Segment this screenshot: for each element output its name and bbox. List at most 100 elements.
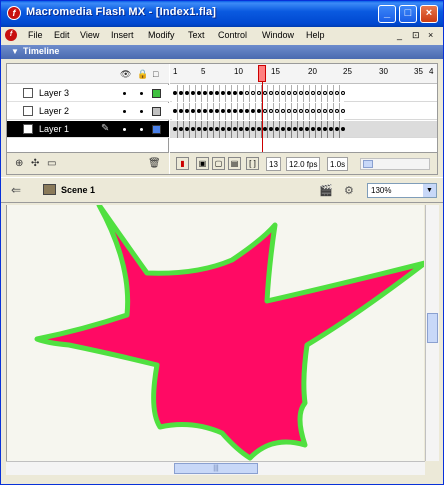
keyframe-dot[interactable] [341, 109, 345, 113]
keyframe-dot[interactable] [293, 127, 297, 131]
keyframe-dot[interactable] [221, 109, 225, 113]
keyframe-dot[interactable] [197, 91, 201, 95]
edit-scene-icon[interactable]: 🎬 [319, 184, 333, 197]
keyframe-dot[interactable] [275, 109, 279, 113]
menu-modify[interactable]: Modify [148, 30, 175, 40]
keyframe-dot[interactable] [335, 127, 339, 131]
keyframe-dot[interactable] [245, 91, 249, 95]
maximize-button[interactable]: □ [399, 5, 417, 23]
edit-symbols-icon[interactable]: ⚙ [344, 184, 354, 197]
keyframe-dot[interactable] [227, 109, 231, 113]
onion-skin-button[interactable]: ▣ [196, 157, 209, 170]
lock-icon[interactable]: 🔒 [137, 69, 148, 80]
playhead[interactable] [258, 65, 266, 82]
visibility-dot[interactable] [123, 92, 126, 95]
menu-insert[interactable]: Insert [111, 30, 134, 40]
keyframe-dot[interactable] [203, 109, 207, 113]
keyframe-dot[interactable] [341, 91, 345, 95]
menu-help[interactable]: Help [306, 30, 325, 40]
keyframe-dot[interactable] [239, 127, 243, 131]
keyframe-dot[interactable] [233, 91, 237, 95]
keyframe-dot[interactable] [305, 91, 309, 95]
menu-edit[interactable]: Edit [54, 30, 70, 40]
keyframe-dot[interactable] [191, 91, 195, 95]
keyframe-dot[interactable] [233, 109, 237, 113]
outline-color-swatch[interactable] [152, 125, 161, 134]
keyframe-dot[interactable] [185, 91, 189, 95]
menu-view[interactable]: View [80, 30, 99, 40]
keyframe-dot[interactable] [305, 109, 309, 113]
keyframe-dot[interactable] [335, 109, 339, 113]
keyframe-dot[interactable] [281, 109, 285, 113]
keyframe-dot[interactable] [173, 109, 177, 113]
keyframe-dot[interactable] [203, 91, 207, 95]
keyframe-dot[interactable] [257, 127, 261, 131]
keyframe-dot[interactable] [335, 91, 339, 95]
keyframe-dot[interactable] [197, 109, 201, 113]
insert-folder-icon[interactable]: ▭ [47, 158, 56, 169]
minimize-button[interactable]: _ [378, 5, 396, 23]
keyframe-dot[interactable] [179, 109, 183, 113]
layer-row-1[interactable]: Layer 1 ✎ [7, 121, 169, 138]
stage[interactable] [6, 205, 424, 461]
keyframe-dot[interactable] [269, 127, 273, 131]
keyframe-dot[interactable] [221, 91, 225, 95]
keyframe-dot[interactable] [251, 91, 255, 95]
lock-dot[interactable] [140, 92, 143, 95]
keyframe-dot[interactable] [173, 127, 177, 131]
layer-row-3[interactable]: Layer 3 [7, 85, 169, 102]
outline-color-swatch[interactable] [152, 89, 161, 98]
stage-horizontal-scrollbar[interactable]: ||| [6, 461, 425, 475]
keyframe-dot[interactable] [251, 109, 255, 113]
keyframe-dot[interactable] [203, 127, 207, 131]
keyframe-dot[interactable] [329, 91, 333, 95]
keyframe-dot[interactable] [245, 127, 249, 131]
menu-file[interactable]: File [28, 30, 43, 40]
keyframe-dot[interactable] [239, 91, 243, 95]
keyframe-dot[interactable] [263, 109, 267, 113]
keyframe-dot[interactable] [275, 127, 279, 131]
outline-icon[interactable]: □ [153, 69, 158, 79]
keyframe-dot[interactable] [179, 127, 183, 131]
keyframe-dot[interactable] [179, 91, 183, 95]
keyframe-dot[interactable] [317, 91, 321, 95]
add-guide-layer-icon[interactable]: ✣ [31, 158, 39, 169]
menu-text[interactable]: Text [188, 30, 205, 40]
keyframe-dot[interactable] [329, 109, 333, 113]
back-arrow-icon[interactable]: ⇐ [11, 183, 21, 197]
visibility-dot[interactable] [123, 128, 126, 131]
keyframe-dot[interactable] [317, 127, 321, 131]
keyframe-dot[interactable] [209, 109, 213, 113]
scene-label[interactable]: Scene 1 [61, 185, 95, 195]
onion-outlines-button[interactable]: ▢ [212, 157, 225, 170]
eye-icon[interactable]: 👁 [120, 69, 131, 80]
keyframe-dot[interactable] [257, 109, 261, 113]
keyframe-dot[interactable] [287, 109, 291, 113]
menu-window[interactable]: Window [262, 30, 294, 40]
keyframe-dot[interactable] [293, 109, 297, 113]
keyframe-dot[interactable] [215, 127, 219, 131]
lock-dot[interactable] [140, 128, 143, 131]
keyframe-dot[interactable] [269, 91, 273, 95]
keyframe-dot[interactable] [323, 91, 327, 95]
keyframe-dot[interactable] [299, 127, 303, 131]
keyframe-dot[interactable] [323, 127, 327, 131]
keyframe-dot[interactable] [341, 127, 345, 131]
keyframe-dot[interactable] [323, 109, 327, 113]
keyframe-dot[interactable] [293, 91, 297, 95]
collapse-arrow-icon[interactable]: ▼ [11, 47, 19, 56]
keyframe-dot[interactable] [233, 127, 237, 131]
keyframe-dot[interactable] [281, 127, 285, 131]
keyframe-dot[interactable] [197, 127, 201, 131]
timeline-horizontal-scrollbar[interactable] [360, 158, 430, 170]
stage-vertical-scrollbar[interactable] [425, 205, 439, 461]
insert-layer-icon[interactable]: ⊕ [15, 158, 23, 169]
keyframe-dot[interactable] [185, 127, 189, 131]
keyframe-dot[interactable] [329, 127, 333, 131]
keyframe-dot[interactable] [287, 91, 291, 95]
keyframe-dot[interactable] [299, 91, 303, 95]
keyframe-dot[interactable] [221, 127, 225, 131]
keyframe-dot[interactable] [311, 91, 315, 95]
keyframe-dot[interactable] [275, 91, 279, 95]
keyframe-dot[interactable] [281, 91, 285, 95]
